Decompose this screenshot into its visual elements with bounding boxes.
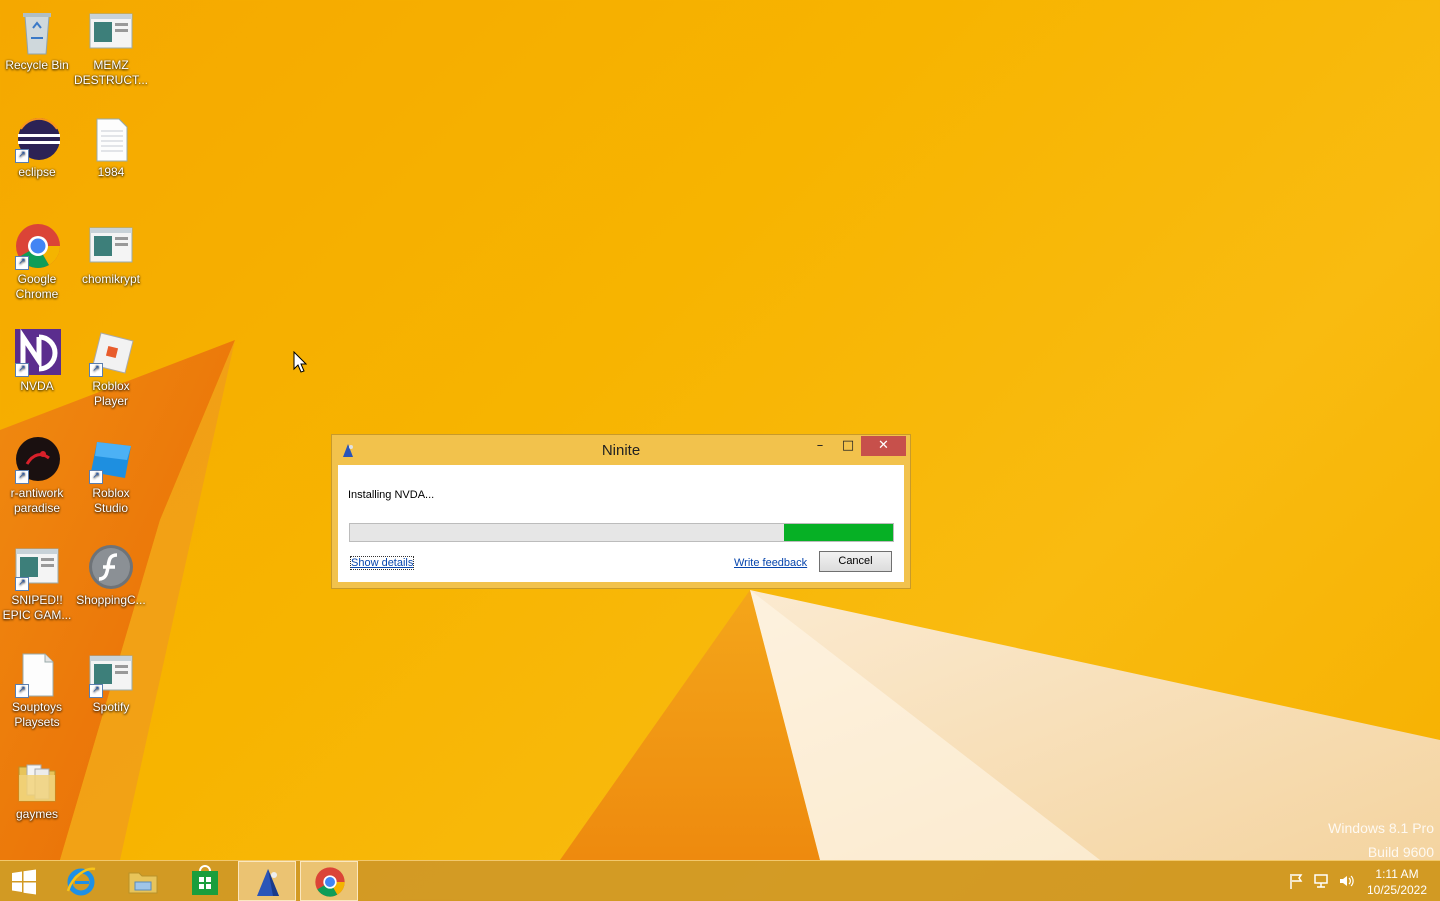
roblox-studio-icon: ↗ <box>87 436 135 484</box>
desktop-icon-recycle-bin[interactable]: Recycle Bin <box>0 8 74 73</box>
desktop-icon-1984[interactable]: 1984 <box>74 115 148 180</box>
desktop-icon-souptoys-playsets[interactable]: ↗ Souptoys Playsets <box>0 650 74 730</box>
write-feedback-link[interactable]: Write feedback <box>734 557 807 569</box>
desktop-icon-roblox-player[interactable]: ↗ Roblox Player <box>74 329 148 409</box>
start-button[interactable] <box>0 861 58 901</box>
taskbar-internet-explorer[interactable] <box>52 861 110 901</box>
folder-icon <box>13 757 61 805</box>
shortcut-arrow-icon: ↗ <box>89 363 103 377</box>
mouse-cursor-icon <box>293 351 307 373</box>
desktop-icon-google-chrome[interactable]: ↗ Google Chrome <box>0 222 74 302</box>
minimize-button[interactable]: – <box>807 436 833 456</box>
shortcut-arrow-icon: ↗ <box>15 149 29 163</box>
shortcut-arrow-icon: ↗ <box>15 363 29 377</box>
internet-explorer-icon <box>66 867 96 896</box>
taskbar-store[interactable] <box>176 861 234 901</box>
eclipse-icon: ↗ <box>13 115 61 163</box>
network-icon[interactable] <box>1313 873 1329 889</box>
shortcut-arrow-icon: ↗ <box>15 470 29 484</box>
taskbar-clock[interactable]: 1:11 AM 10/25/2022 <box>1360 866 1434 898</box>
volume-icon[interactable] <box>1338 873 1354 889</box>
clock-date: 10/25/2022 <box>1366 883 1428 897</box>
desktop-icon-chomikrypt[interactable]: chomikrypt <box>74 222 148 287</box>
desktop-icon-shoppingc[interactable]: ShoppingC... <box>74 543 148 608</box>
desktop-icon-spotify[interactable]: ↗ Spotify <box>74 650 148 715</box>
install-status-text: Installing NVDA... <box>348 489 435 501</box>
dialog-body: Installing NVDA... Show details Write fe… <box>338 465 904 582</box>
start-icon <box>12 869 36 895</box>
ninite-icon <box>257 869 279 896</box>
desktop-icon-gaymes[interactable]: gaymes <box>0 757 74 822</box>
maximize-button[interactable]: □ <box>835 436 861 456</box>
recycle-bin-icon <box>13 8 61 56</box>
desktop-icon-eclipse[interactable]: ↗ eclipse <box>0 115 74 180</box>
window-app-icon: ↗ <box>13 543 61 591</box>
desktop-icon-r-antiwork-paradise[interactable]: ↗ r-antiwork paradise <box>0 436 74 516</box>
clock-time: 1:11 AM <box>1375 867 1419 881</box>
windows-watermark: Windows 8.1 Pro Build 9600 <box>1328 816 1434 864</box>
watermark-edition: Windows 8.1 Pro <box>1328 820 1434 836</box>
taskbar-chrome[interactable] <box>300 861 358 901</box>
action-center-flag-icon[interactable] <box>1289 873 1305 889</box>
desktop-icon-sniped[interactable]: ↗ SNIPED!! EPIC GAM... <box>0 543 74 623</box>
install-progress-bar <box>349 523 894 542</box>
close-icon: ✕ <box>878 438 889 453</box>
nvda-icon: ↗ <box>13 328 61 377</box>
text-document-icon <box>87 115 135 163</box>
document-icon: ↗ <box>13 650 61 698</box>
store-icon <box>192 865 218 895</box>
ninite-dialog: Ninite – □ ✕ Installing NVDA... Show det… <box>331 434 911 589</box>
window-app-icon <box>87 8 135 56</box>
flash-icon <box>87 543 135 591</box>
roblox-icon: ↗ <box>87 329 135 377</box>
taskbar: 1:11 AM 10/25/2022 <box>0 860 1440 901</box>
shortcut-arrow-icon: ↗ <box>15 684 29 698</box>
shortcut-arrow-icon: ↗ <box>15 577 29 591</box>
close-button[interactable]: ✕ <box>861 436 906 456</box>
shortcut-arrow-icon: ↗ <box>89 470 103 484</box>
file-explorer-icon <box>128 872 158 894</box>
window-app-icon: ↗ <box>87 650 135 698</box>
shortcut-arrow-icon: ↗ <box>15 256 29 270</box>
show-details-link[interactable]: Show details <box>349 556 415 570</box>
dialog-title-bar[interactable]: Ninite – □ ✕ <box>332 435 910 465</box>
chrome-icon <box>315 867 345 897</box>
taskbar-file-explorer[interactable] <box>114 861 172 901</box>
taskbar-ninite[interactable] <box>238 861 296 901</box>
desktop-icon-roblox-studio[interactable]: ↗ Roblox Studio <box>74 436 148 516</box>
desktop-icon-memz[interactable]: MEMZ DESTRUCT... <box>74 8 148 88</box>
cancel-button[interactable]: Cancel <box>819 551 892 572</box>
desktop-icon-nvda[interactable]: ↗ NVDA <box>0 328 74 394</box>
progress-bar-fill <box>784 524 893 541</box>
chrome-icon: ↗ <box>13 222 61 270</box>
window-app-icon <box>87 222 135 270</box>
shortcut-arrow-icon: ↗ <box>89 684 103 698</box>
game-icon: ↗ <box>13 436 61 484</box>
